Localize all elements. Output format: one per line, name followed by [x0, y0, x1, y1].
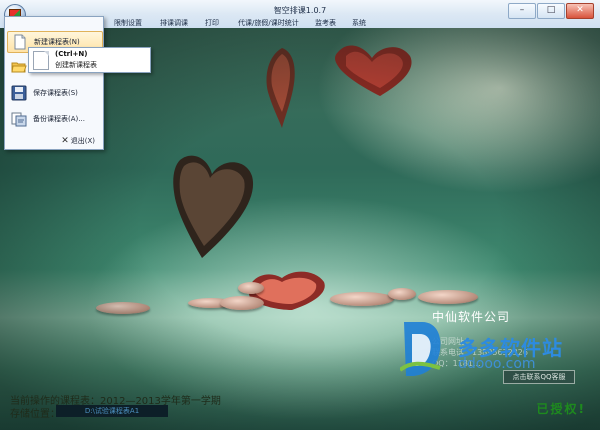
menu-save-schedule-label: 保存课程表(S) [33, 89, 78, 97]
menu-exit-label: 退出(X) [70, 137, 95, 145]
app-menu-dropdown: 新建课程表(N) 保存课程表(S) 备份课程表(A)... ✕ 退出(X) [4, 16, 104, 150]
menu-backup-schedule-label: 备份课程表(A)... [33, 115, 85, 123]
open-folder-icon [11, 62, 27, 73]
company-name: 中仙软件公司 [432, 310, 511, 324]
document-icon [33, 51, 49, 70]
new-document-icon [14, 34, 26, 50]
tooltip-description: 创建新课程表 [55, 61, 97, 69]
tooltip-shortcut: (Ctrl+N) [55, 50, 88, 58]
save-disk-icon [11, 85, 27, 101]
backup-icon [11, 112, 27, 127]
menu-system[interactable]: 系统 [352, 18, 366, 28]
menu-new-schedule-label: 新建课程表(N) [34, 38, 80, 46]
site-logo-icon [400, 322, 441, 376]
site-watermark-url: ddooo.com [458, 356, 536, 372]
menu-print[interactable]: 打印 [205, 18, 219, 28]
contact-qq-button[interactable]: 点击联系QQ客服 [503, 370, 575, 384]
menu-backup-schedule[interactable]: 备份课程表(A)... [7, 109, 101, 129]
menu-substitute-stats[interactable]: 代课/旅假/课时统计 [238, 18, 299, 28]
storage-location-label: 存储位置： [10, 409, 60, 420]
new-schedule-tooltip: (Ctrl+N) 创建新课程表 [28, 47, 151, 73]
menu-exit[interactable]: ✕ 退出(X) [61, 136, 95, 146]
storage-path-field[interactable]: D:\试验课程表A1 [56, 405, 168, 417]
menu-save-schedule[interactable]: 保存课程表(S) [7, 83, 101, 103]
menu-exam-table[interactable]: 监考表 [315, 18, 336, 28]
menu-schedule-adjust[interactable]: 排课调课 [160, 18, 188, 28]
exit-icon: ✕ [61, 136, 69, 146]
license-status: 已授权! [536, 402, 586, 416]
menu-limit-settings[interactable]: 限制设置 [114, 18, 142, 28]
